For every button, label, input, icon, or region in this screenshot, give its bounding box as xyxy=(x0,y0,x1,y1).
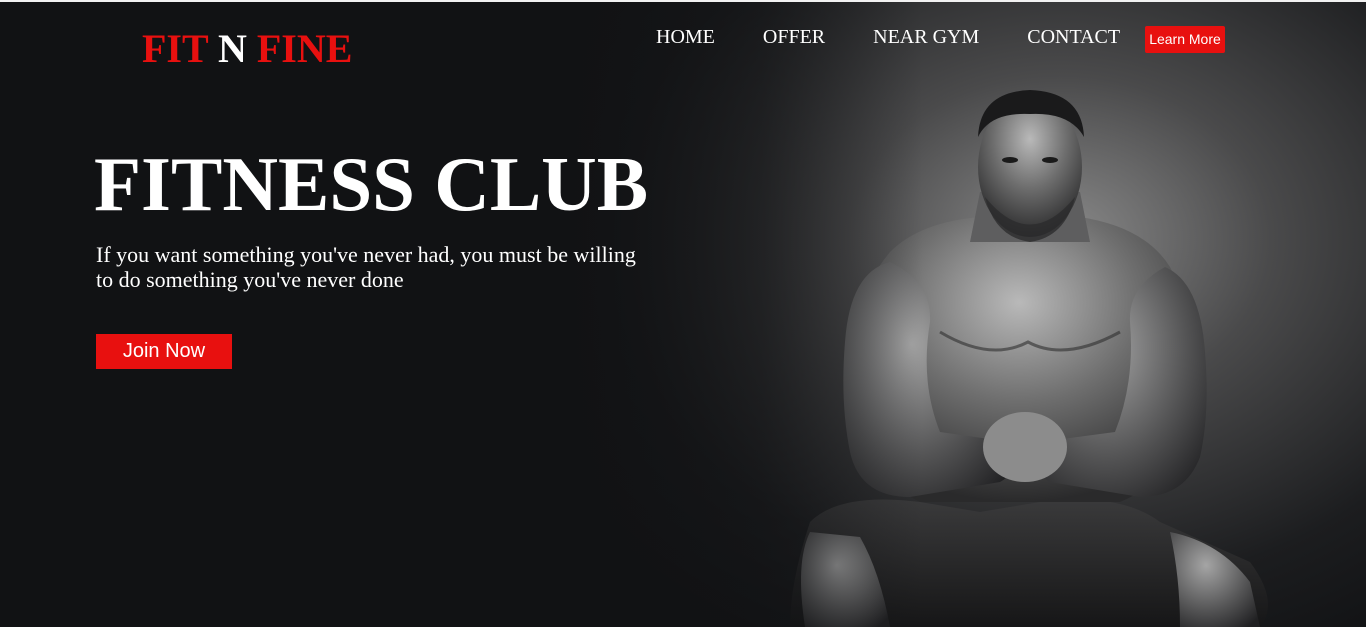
logo-part-fine: FINE xyxy=(256,26,353,71)
hero-title: FITNESS CLUB xyxy=(94,141,649,227)
logo-part-n: N xyxy=(217,26,247,71)
learn-more-button[interactable]: Learn More xyxy=(1145,26,1225,53)
join-now-button[interactable]: Join Now xyxy=(96,334,232,369)
landing-page: FIT N FINE HOME OFFER NEAR GYM CONTACT L… xyxy=(0,0,1366,627)
brand-logo[interactable]: FIT N FINE xyxy=(142,26,352,72)
hero-subtitle: If you want something you've never had, … xyxy=(96,242,636,292)
nav-link-home[interactable]: HOME xyxy=(656,25,715,49)
nav-link-near-gym[interactable]: NEAR GYM xyxy=(873,25,979,49)
nav-link-offer[interactable]: OFFER xyxy=(763,25,825,49)
nav-link-contact[interactable]: CONTACT xyxy=(1027,25,1120,49)
logo-part-fit: FIT xyxy=(142,26,208,71)
athlete-photo xyxy=(560,2,1366,627)
main-nav: HOME OFFER NEAR GYM CONTACT xyxy=(632,25,1144,49)
